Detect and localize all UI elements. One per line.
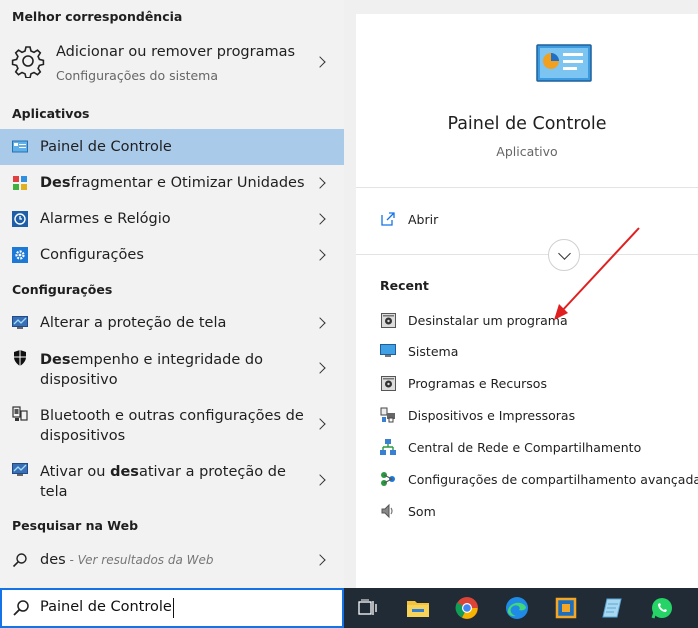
recent-item[interactable]: Som (380, 501, 436, 521)
notepad-icon[interactable] (602, 596, 626, 620)
best-match-subtitle: Configurações do sistema (56, 68, 219, 83)
search-icon (12, 552, 28, 568)
recent-item[interactable]: Sistema (380, 341, 458, 361)
web-query-suffix: - Ver resultados da Web (65, 553, 214, 567)
best-match-title: Adicionar ou remover programas (56, 44, 296, 60)
control-panel-icon (536, 44, 592, 84)
printer-icon (380, 407, 396, 423)
preview-title: Painel de Controle (447, 114, 607, 134)
programs-icon (380, 375, 396, 391)
app-item-alarms[interactable]: Alarmes e Relógio (0, 201, 344, 237)
programs-icon (380, 312, 396, 328)
match-highlight: des (110, 464, 139, 480)
apps-header: Aplicativos (12, 106, 90, 121)
web-search-item[interactable]: des - Ver resultados da Web (0, 542, 344, 578)
best-match-item[interactable]: Adicionar ou remover programas Configura… (0, 36, 344, 86)
chevron-right-icon[interactable] (314, 362, 326, 374)
alarm-clock-icon (12, 211, 28, 227)
screensaver-icon (12, 462, 28, 478)
devices-icon (12, 406, 28, 422)
settings-header: Configurações (12, 282, 113, 297)
chevron-right-icon[interactable] (314, 554, 326, 566)
text-caret (173, 598, 174, 618)
app-item-label: Configurações (40, 247, 144, 263)
task-view-icon[interactable] (356, 596, 380, 620)
match-highlight: Des (40, 175, 71, 191)
setting-item-device-health[interactable]: Desempenho e integridade do dispositivo (0, 344, 344, 392)
preview-pane: Painel de Controle Aplicativo Abrir Rece… (356, 14, 698, 588)
app-item-label: Alarmes e Relógio (40, 211, 171, 227)
edge-icon[interactable] (505, 596, 529, 620)
screensaver-icon (12, 315, 28, 331)
chevron-right-icon[interactable] (314, 474, 326, 486)
control-panel-icon (12, 139, 28, 155)
shield-icon (12, 350, 28, 366)
search-box[interactable]: Painel de Controle (0, 588, 344, 628)
app-item-settings[interactable]: Configurações (0, 237, 344, 273)
setting-item-bluetooth[interactable]: Bluetooth e outras configurações de disp… (0, 400, 344, 448)
app-item-label: Painel de Controle (40, 139, 172, 155)
network-icon (380, 439, 396, 455)
recent-item[interactable]: Dispositivos e Impressoras (380, 405, 575, 425)
search-icon (12, 599, 30, 621)
defrag-icon (12, 175, 28, 191)
virtualbox-icon[interactable] (554, 596, 578, 620)
search-input[interactable]: Painel de Controle (40, 599, 172, 615)
chevron-right-icon[interactable] (314, 213, 326, 225)
recent-header: Recent (380, 278, 429, 293)
setting-item-label: Alterar a proteção de tela (40, 315, 227, 331)
gear-icon (11, 44, 45, 79)
speaker-icon (380, 503, 396, 519)
chevron-right-icon[interactable] (314, 317, 326, 329)
taskbar (344, 588, 698, 628)
best-match-header: Melhor correspondência (12, 9, 183, 24)
chevron-right-icon[interactable] (314, 56, 326, 68)
open-action[interactable]: Abrir (380, 209, 438, 229)
search-results-pane: Melhor correspondência Adicionar ou remo… (0, 0, 344, 588)
open-icon (380, 211, 396, 227)
app-item-defrag[interactable]: Desfragmentar e Otimizar Unidades (0, 165, 344, 201)
divider (356, 187, 698, 188)
expand-button[interactable] (548, 239, 580, 271)
monitor-icon (380, 343, 396, 359)
sharing-icon (380, 471, 396, 487)
chrome-icon[interactable] (455, 596, 479, 620)
recent-item[interactable]: Central de Rede e Compartilhamento (380, 437, 641, 457)
settings-gear-icon (12, 247, 28, 263)
file-explorer-icon[interactable] (406, 596, 430, 620)
chevron-right-icon[interactable] (314, 418, 326, 430)
chevron-right-icon[interactable] (314, 249, 326, 261)
open-label: Abrir (408, 211, 439, 227)
setting-item-toggle-screensaver[interactable]: Ativar ou desativar a proteção de tela (0, 456, 344, 504)
setting-item-screensaver[interactable]: Alterar a proteção de tela (0, 305, 344, 341)
app-item-control-panel[interactable]: Painel de Controle (0, 129, 344, 165)
recent-item[interactable]: Desinstalar um programa (380, 310, 568, 330)
chevron-down-icon (557, 246, 571, 260)
app-item-label: fragmentar e Otimizar Unidades (70, 175, 305, 191)
match-highlight: Des (40, 352, 71, 368)
web-header: Pesquisar na Web (12, 518, 139, 533)
web-query: des (40, 552, 66, 568)
whatsapp-icon[interactable] (650, 596, 674, 620)
chevron-right-icon[interactable] (314, 177, 326, 189)
divider (356, 254, 698, 255)
recent-item[interactable]: Programas e Recursos (380, 373, 547, 393)
preview-subtitle: Aplicativo (496, 144, 558, 159)
recent-item[interactable]: Configurações de compartilhamento avança… (380, 469, 698, 489)
